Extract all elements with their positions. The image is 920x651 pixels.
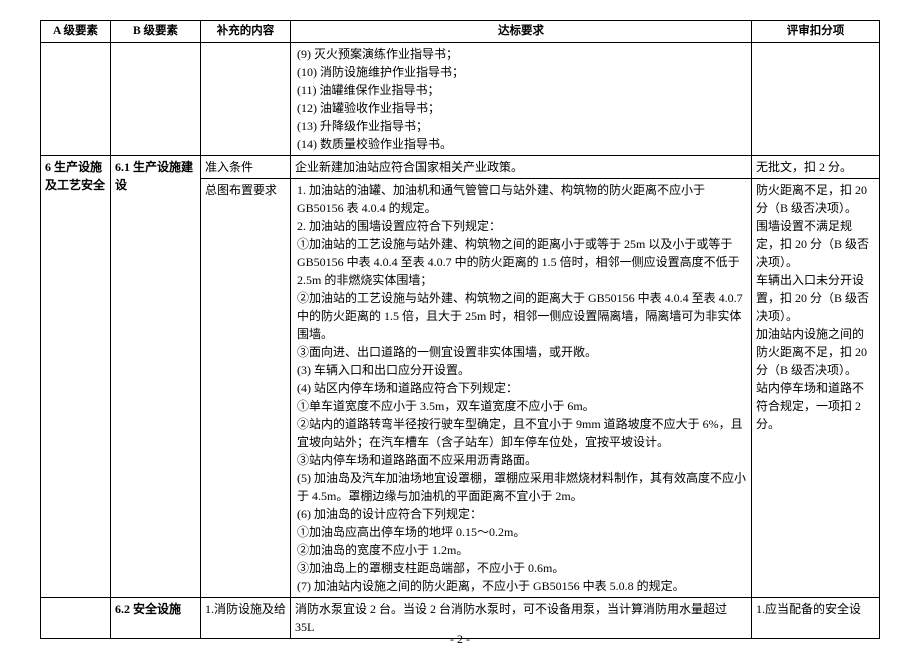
table-row: 6 生产设施及工艺安全 6.1 生产设施建设 准入条件 企业新建加油站应符合国家… [41,156,880,179]
cell-e: 无批文，扣 2 分。 [752,156,880,179]
table-row: (9) 灭火预案演练作业指导书；(10) 消防设施维护作业指导书；(11) 油罐… [41,43,880,156]
header-b: B 级要素 [111,21,201,43]
cell-d: 企业新建加油站应符合国家相关产业政策。 [291,156,752,179]
header-a: A 级要素 [41,21,111,43]
cell-a [41,43,111,156]
page-number: - 2 - [0,632,920,647]
cell-e: 防火距离不足，扣 20 分（B 级否决项）。围墙设置不满足规定，扣 20 分（B… [752,179,880,598]
document-page: A 级要素 B 级要素 补充的内容 达标要求 评审扣分项 (9) 灭火预案演练作… [0,0,920,651]
cell-a: 6 生产设施及工艺安全 [41,156,111,598]
cell-e [752,43,880,156]
deduction-bold: 防火距离不足，扣 20 分（B 级否决项）。围墙设置不满足规定，扣 20 分（B… [756,183,869,377]
cell-c: 准入条件 [201,156,291,179]
cell-b: 6.1 生产设施建设 [111,156,201,598]
header-e: 评审扣分项 [752,21,880,43]
evaluation-table: A 级要素 B 级要素 补充的内容 达标要求 评审扣分项 (9) 灭火预案演练作… [40,20,880,639]
cell-d: (9) 灭火预案演练作业指导书；(10) 消防设施维护作业指导书；(11) 油罐… [291,43,752,156]
table-header-row: A 级要素 B 级要素 补充的内容 达标要求 评审扣分项 [41,21,880,43]
cell-c [201,43,291,156]
cell-b [111,43,201,156]
cell-d: 1. 加油站的油罐、加油机和通气管管口与站外建、构筑物的防火距离不应小于 GB5… [291,179,752,598]
requirement-text: 1. 加油站的油罐、加油机和通气管管口与站外建、构筑物的防火距离不应小于 GB5… [295,181,747,595]
header-d: 达标要求 [291,21,752,43]
cell-c: 总图布置要求 [201,179,291,598]
header-c: 补充的内容 [201,21,291,43]
requirement-text: (9) 灭火预案演练作业指导书；(10) 消防设施维护作业指导书；(11) 油罐… [295,45,747,153]
deduction-normal: 站内停车场和道路不符合规定，一项扣 2 分。 [756,381,864,431]
